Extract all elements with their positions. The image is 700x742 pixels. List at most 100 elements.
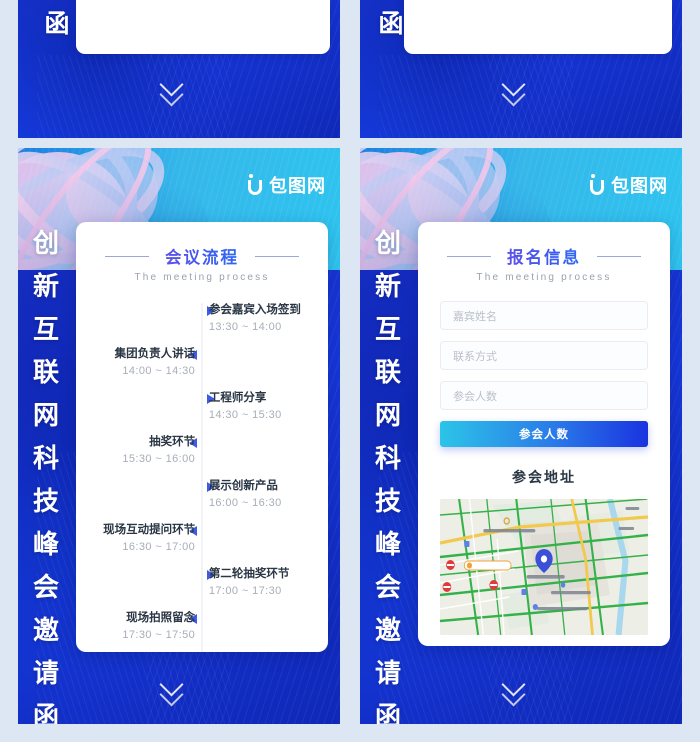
register-card-header: 报名信息 The meeting process bbox=[418, 222, 670, 287]
schedule-frame: 包图网 创 新 互 联 网 科 技 峰 会 邀 请 函 会议流程 The mee… bbox=[18, 148, 340, 724]
timeline-item: 现场拍照留念 17:30 ~ 17:50 bbox=[88, 611, 316, 652]
timeline-text: 抽奖环节 15:30 ~ 16:00 bbox=[88, 435, 195, 467]
map-graphic bbox=[440, 499, 648, 635]
timeline-text: 第二轮抽奖环节 17:00 ~ 17:30 bbox=[209, 567, 316, 599]
panel-top-left: 请 函 多媒体、办公档、装饰模型、 插画配图九大类别。 bbox=[0, 0, 350, 142]
vertical-char: 新 bbox=[374, 271, 401, 301]
brand-name: 包图网 bbox=[611, 176, 668, 196]
guest-name-field[interactable]: 嘉宾姓名 bbox=[440, 301, 648, 330]
vertical-char: 函 bbox=[378, 10, 404, 38]
timeline-item-name: 现场互动提问环节 bbox=[103, 524, 196, 536]
timeline-item-name: 工程师分享 bbox=[208, 392, 267, 404]
vertical-char: 邀 bbox=[374, 615, 401, 645]
panel-schedule: 包图网 创 新 互 联 网 科 技 峰 会 邀 请 函 会议流程 The mee… bbox=[0, 142, 350, 742]
vertical-char: 创 bbox=[32, 228, 59, 258]
register-title: 报名信息 bbox=[447, 244, 641, 268]
timeline-item-name: 展示创新产品 bbox=[208, 480, 278, 492]
timeline-text: 集团负责人讲话 14:00 ~ 14:30 bbox=[88, 347, 196, 379]
vertical-char: 技 bbox=[32, 486, 59, 516]
top-right-frame: 请 函 是提供图片、视频、音频、PSD 源文件等形式的素材。 bbox=[360, 0, 682, 138]
vertical-char: 会 bbox=[374, 572, 401, 602]
timeline-text: 现场互动提问环节 16:30 ~ 17:00 bbox=[88, 523, 195, 555]
schedule-subtitle: The meeting process bbox=[134, 272, 270, 283]
vertical-char: 函 bbox=[44, 10, 70, 38]
timeline-item: 参会嘉宾入场签到 13:30 ~ 14:00 bbox=[88, 303, 316, 347]
vertical-title-tail: 请 函 bbox=[374, 0, 408, 46]
brand-name: 包图网 bbox=[269, 176, 326, 196]
vertical-title: 创 新 互 联 网 科 技 峰 会 邀 请 函 bbox=[26, 222, 66, 724]
panel-register: 包图网 创 新 互 联 网 科 技 峰 会 邀 请 函 报名信息 The mee… bbox=[350, 142, 700, 742]
top-left-frame: 请 函 多媒体、办公档、装饰模型、 插画配图九大类别。 bbox=[18, 0, 340, 138]
baotu-logo-icon bbox=[248, 174, 263, 196]
screenshot-root: 请 函 多媒体、办公档、装饰模型、 插画配图九大类别。 请 函 bbox=[0, 0, 700, 742]
vertical-char: 联 bbox=[374, 357, 401, 387]
brand-logo[interactable]: 包图网 bbox=[248, 172, 326, 198]
timeline-item-time: 13:30 ~ 14:00 bbox=[208, 321, 282, 333]
timeline-item-time: 17:30 ~ 17:50 bbox=[122, 629, 196, 641]
vertical-title-tail: 请 函 bbox=[40, 0, 74, 46]
intro-card: 是提供图片、视频、音频、PSD 源文件等形式的素材。 bbox=[404, 0, 672, 54]
register-subtitle: The meeting process bbox=[476, 272, 612, 283]
attendee-count-field[interactable]: 参会人数 bbox=[440, 381, 648, 410]
timeline-item: 现场互动提问环节 16:30 ~ 17:00 bbox=[88, 523, 316, 567]
vertical-char: 邀 bbox=[32, 615, 59, 645]
register-frame: 包图网 创 新 互 联 网 科 技 峰 会 邀 请 函 报名信息 The mee… bbox=[360, 148, 682, 724]
vertical-title: 创 新 互 联 网 科 技 峰 会 邀 请 函 bbox=[368, 222, 408, 724]
timeline-item: 工程师分享 14:30 ~ 15:30 bbox=[88, 391, 316, 435]
brand-logo[interactable]: 包图网 bbox=[590, 172, 668, 198]
timeline-item-time: 14:30 ~ 15:30 bbox=[208, 409, 282, 421]
vertical-char: 科 bbox=[374, 443, 401, 473]
scroll-down-chevron-icon[interactable] bbox=[162, 676, 196, 702]
vertical-char: 峰 bbox=[374, 529, 401, 559]
baotu-logo-icon bbox=[590, 174, 605, 196]
schedule-card-header: 会议流程 The meeting process bbox=[76, 222, 328, 287]
scroll-down-chevron-icon[interactable] bbox=[504, 676, 538, 702]
vertical-char: 函 bbox=[374, 701, 401, 724]
schedule-title: 会议流程 bbox=[105, 244, 299, 268]
timeline-item-name: 参会嘉宾入场签到 bbox=[208, 304, 301, 316]
vertical-char: 峰 bbox=[32, 529, 59, 559]
vertical-char: 互 bbox=[374, 314, 401, 344]
timeline-item-time: 15:30 ~ 16:00 bbox=[122, 453, 196, 465]
register-card: 报名信息 The meeting process 嘉宾姓名 联系方式 参会人数 … bbox=[418, 222, 670, 646]
timeline-item-time: 16:00 ~ 16:30 bbox=[208, 497, 282, 509]
venue-map[interactable] bbox=[440, 499, 648, 635]
scroll-down-chevron-icon[interactable] bbox=[504, 76, 538, 102]
timeline-item: 集团负责人讲话 14:00 ~ 14:30 bbox=[88, 347, 316, 391]
vertical-char: 网 bbox=[32, 400, 59, 430]
timeline-item-time: 17:00 ~ 17:30 bbox=[208, 585, 282, 597]
vertical-char: 请 bbox=[374, 658, 401, 688]
panel-top-right: 请 函 是提供图片、视频、音频、PSD 源文件等形式的素材。 bbox=[350, 0, 700, 142]
contact-field[interactable]: 联系方式 bbox=[440, 341, 648, 370]
timeline-item-name: 现场拍照留念 bbox=[126, 612, 196, 624]
timeline-item-time: 14:00 ~ 14:30 bbox=[122, 365, 196, 377]
vertical-char: 联 bbox=[32, 357, 59, 387]
timeline-text: 展示创新产品 16:00 ~ 16:30 bbox=[209, 479, 316, 511]
vertical-char: 科 bbox=[32, 443, 59, 473]
timeline-text: 参会嘉宾入场签到 13:30 ~ 14:00 bbox=[209, 303, 316, 335]
vertical-char: 网 bbox=[374, 400, 401, 430]
timeline-item: 抽奖环节 15:30 ~ 16:00 bbox=[88, 435, 316, 479]
schedule-timeline: 参会嘉宾入场签到 13:30 ~ 14:00 集团负责人讲话 14:00 ~ 14:3… bbox=[76, 303, 328, 652]
vertical-char: 函 bbox=[32, 701, 59, 724]
register-form: 嘉宾姓名 联系方式 参会人数 参会人数 参会地址 bbox=[418, 287, 670, 635]
scroll-down-chevron-icon[interactable] bbox=[162, 76, 196, 102]
timeline-item: 第二轮抽奖环节 17:00 ~ 17:30 bbox=[88, 567, 316, 611]
vertical-char: 新 bbox=[32, 271, 59, 301]
timeline-item: 展示创新产品 16:00 ~ 16:30 bbox=[88, 479, 316, 523]
submit-button[interactable]: 参会人数 bbox=[440, 421, 648, 447]
timeline-item-name: 抽奖环节 bbox=[149, 436, 196, 448]
vertical-char: 互 bbox=[32, 314, 59, 344]
vertical-char: 创 bbox=[374, 228, 401, 258]
vertical-char: 技 bbox=[374, 486, 401, 516]
vertical-char: 会 bbox=[32, 572, 59, 602]
timeline-item-time: 16:30 ~ 17:00 bbox=[122, 541, 196, 553]
timeline-text: 现场拍照留念 17:30 ~ 17:50 bbox=[88, 611, 195, 643]
schedule-card: 会议流程 The meeting process 参会嘉宾入场签到 13:30 ~… bbox=[76, 222, 328, 652]
timeline-item-name: 集团负责人讲话 bbox=[114, 348, 196, 360]
intro-card: 多媒体、办公档、装饰模型、 插画配图九大类别。 bbox=[76, 0, 330, 54]
timeline-text: 工程师分享 14:30 ~ 15:30 bbox=[209, 391, 316, 423]
timeline-item-name: 第二轮抽奖环节 bbox=[208, 568, 290, 580]
address-title: 参会地址 bbox=[512, 469, 576, 485]
vertical-char: 请 bbox=[32, 658, 59, 688]
